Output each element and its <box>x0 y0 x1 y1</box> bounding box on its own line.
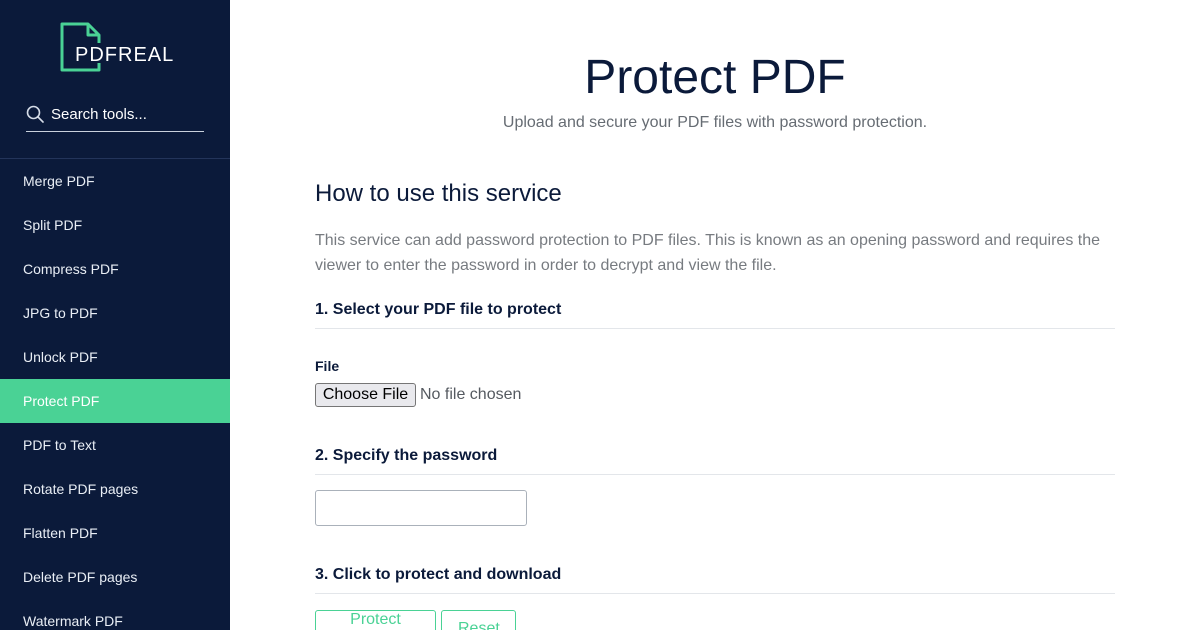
tool-nav: Merge PDF Split PDF Compress PDF JPG to … <box>0 159 230 630</box>
logo[interactable]: PDFREAL <box>59 21 174 73</box>
sidebar-item-unlock-pdf[interactable]: Unlock PDF <box>0 335 230 379</box>
logo-text: PDFREAL <box>75 44 175 66</box>
how-to-description: This service can add password protection… <box>315 232 1100 274</box>
how-to-heading: How to use this service <box>315 180 562 207</box>
sidebar-item-rotate-pdf-pages[interactable]: Rotate PDF pages <box>0 467 230 511</box>
step-1-heading: 1. Select your PDF file to protect <box>315 301 1115 329</box>
sidebar-item-jpg-to-pdf[interactable]: JPG to PDF <box>0 291 230 335</box>
page-title: Protect PDF <box>584 51 846 104</box>
password-input[interactable] <box>315 490 527 526</box>
protect-pdf-button[interactable]: Protect PDF <box>315 610 436 630</box>
sidebar-item-protect-pdf[interactable]: Protect PDF <box>0 379 230 423</box>
step-3-heading: 3. Click to protect and download <box>315 566 1115 594</box>
sidebar-item-pdf-to-text[interactable]: PDF to Text <box>0 423 230 467</box>
search-input[interactable] <box>51 102 201 126</box>
search-box <box>26 98 204 132</box>
sidebar-item-split-pdf[interactable]: Split PDF <box>0 203 230 247</box>
step-2-heading: 2. Specify the password <box>315 447 1115 475</box>
page-subtitle: Upload and secure your PDF files with pa… <box>502 114 928 131</box>
sidebar-item-merge-pdf[interactable]: Merge PDF <box>0 159 230 203</box>
choose-file-button[interactable]: Choose File <box>315 383 416 407</box>
file-label: File <box>315 358 340 374</box>
sidebar-item-delete-pdf-pages[interactable]: Delete PDF pages <box>0 555 230 599</box>
sidebar-item-flatten-pdf[interactable]: Flatten PDF <box>0 511 230 555</box>
sidebar: PDFREAL Merge PDF Split PDF Compress PDF… <box>0 0 230 630</box>
sidebar-item-compress-pdf[interactable]: Compress PDF <box>0 247 230 291</box>
search-icon <box>26 105 44 123</box>
file-status: No file chosen <box>420 386 522 403</box>
main-content: Protect PDF Upload and secure your PDF f… <box>230 0 1200 630</box>
reset-button[interactable]: Reset <box>441 610 516 630</box>
sidebar-item-watermark-pdf[interactable]: Watermark PDF <box>0 599 230 630</box>
